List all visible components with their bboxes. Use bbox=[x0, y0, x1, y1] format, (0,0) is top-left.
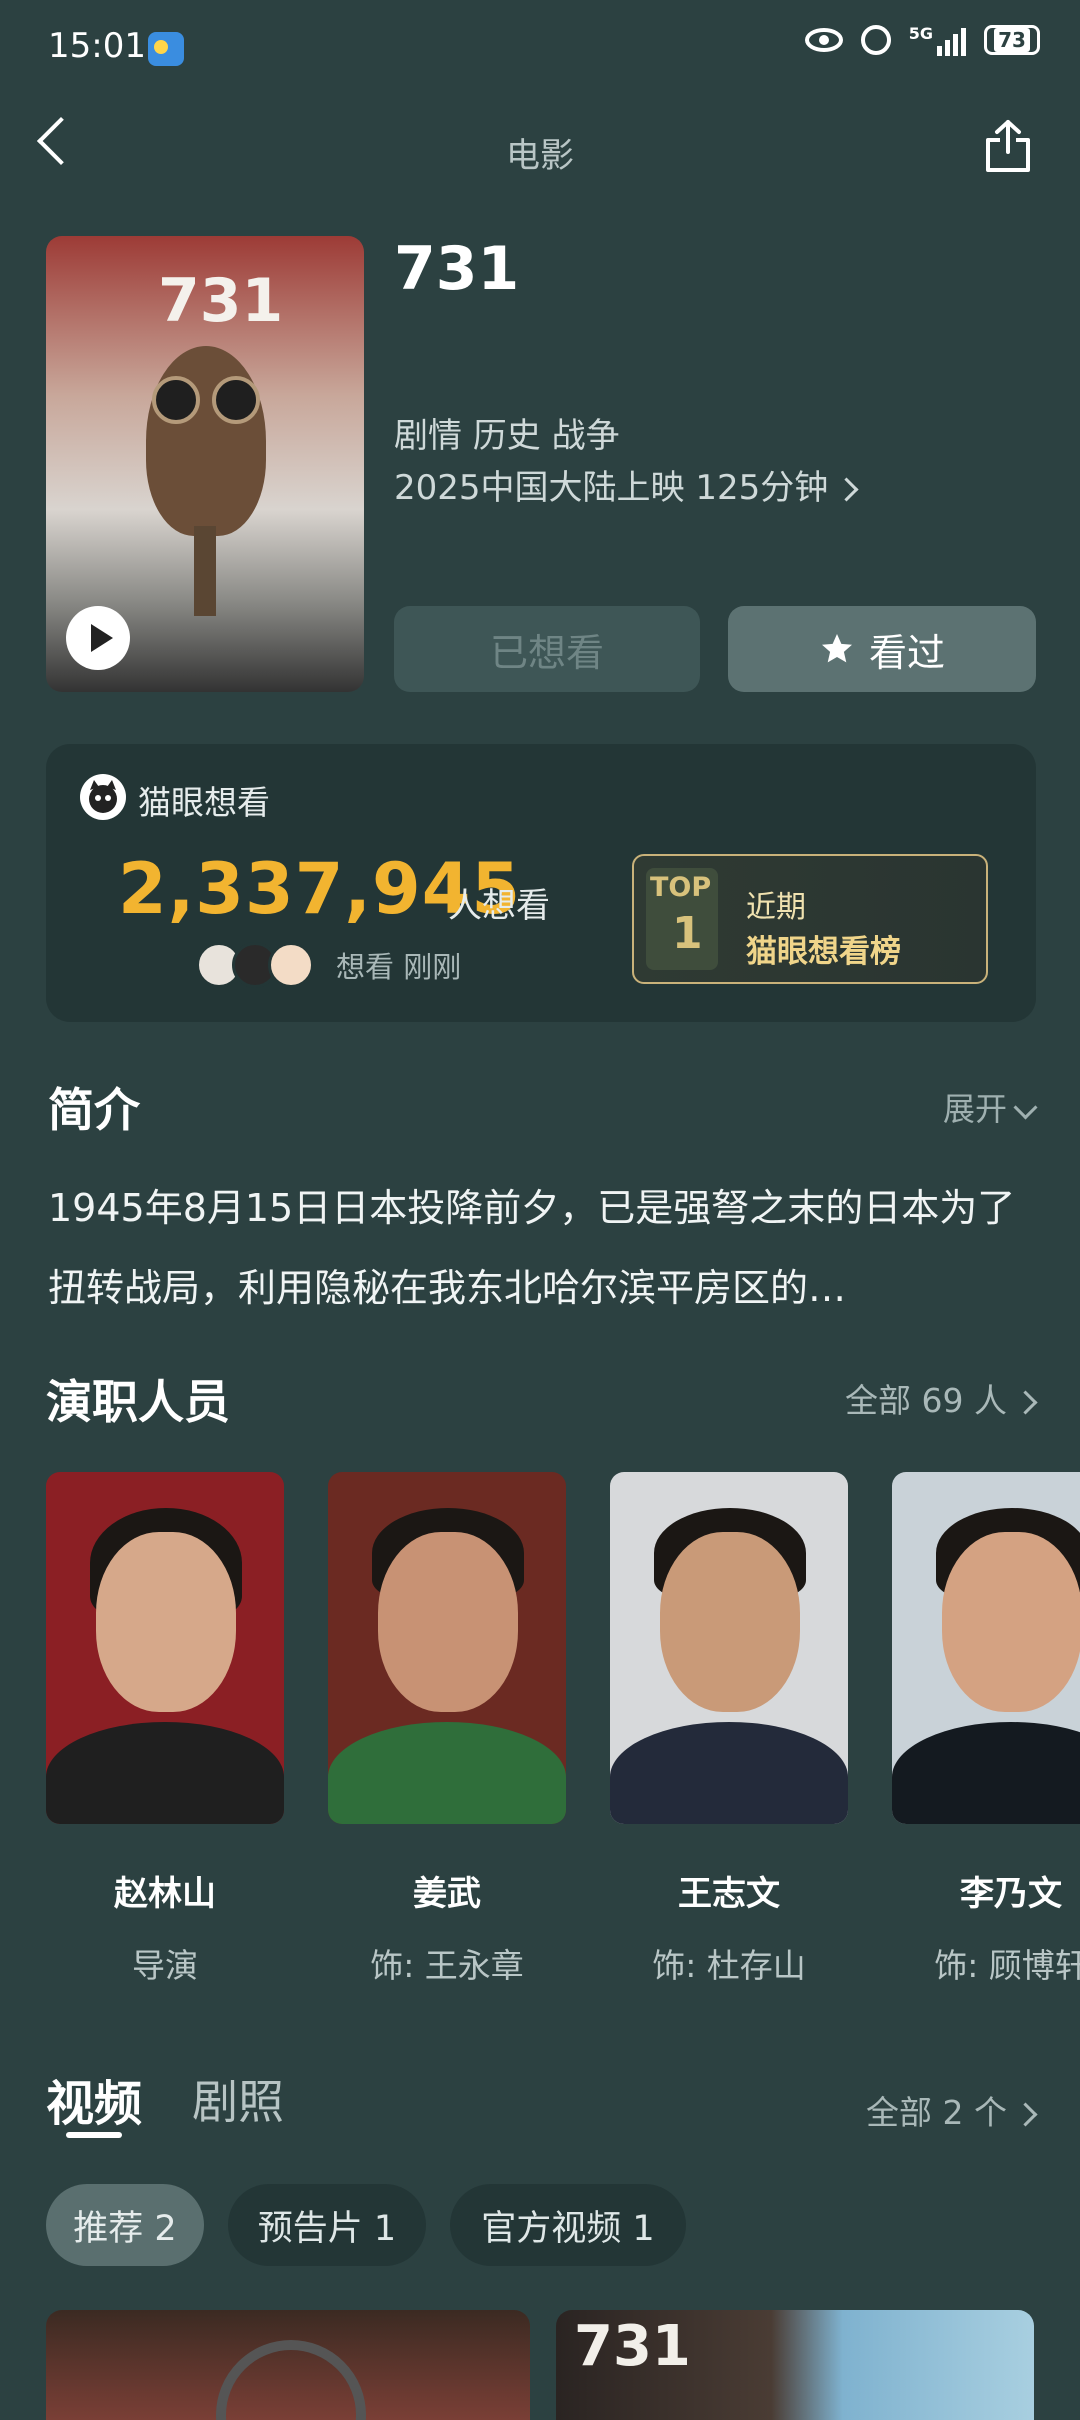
top-label: TOP bbox=[650, 872, 712, 903]
chevron-right-icon bbox=[1013, 2102, 1038, 2127]
cast-name: 赵林山 bbox=[114, 1874, 216, 1914]
weather-icon bbox=[148, 32, 184, 66]
star-icon bbox=[821, 634, 852, 663]
cast-role: 导演 bbox=[132, 1946, 198, 1985]
cast-heading: 演职人员 bbox=[46, 1375, 230, 1429]
synopsis-text[interactable]: 1945年8月15日日本投降前夕，已是强弩之末的日本为了扭转战局，利用隐秘在我东… bbox=[48, 1168, 1038, 1328]
tab-stills[interactable]: 剧照 bbox=[192, 2066, 284, 2132]
cast-role: 饰: 王永章 bbox=[370, 1946, 524, 1985]
alarm-icon bbox=[860, 25, 891, 55]
active-tab-indicator bbox=[66, 2132, 122, 2138]
tab-videos[interactable]: 视频 bbox=[46, 2064, 142, 2134]
battery-level: 73 bbox=[994, 28, 1030, 52]
movie-release-info[interactable]: 2025中国大陆上映 125分钟 bbox=[394, 460, 859, 509]
cast-photo bbox=[328, 1472, 566, 1824]
cast-photo bbox=[610, 1472, 848, 1824]
chip-trailers[interactable]: 预告片 1 bbox=[228, 2184, 426, 2266]
cast-role: 饰: 顾博轩 bbox=[934, 1946, 1080, 1985]
video-thumbnail[interactable]: 731 bbox=[556, 2310, 1034, 2420]
battery-icon: 73 bbox=[984, 25, 1040, 55]
wish-unit: 人想看 bbox=[448, 886, 550, 926]
expand-synopsis-button[interactable]: 展开 bbox=[943, 1084, 1038, 1130]
want-to-watch-button[interactable]: 已想看 bbox=[394, 606, 700, 692]
recent-wish-text: 想看 刚刚 bbox=[336, 950, 462, 984]
status-time: 15:01 bbox=[48, 26, 146, 66]
chevron-right-icon bbox=[834, 477, 859, 502]
chip-recommended[interactable]: 推荐 2 bbox=[46, 2184, 204, 2266]
watched-button[interactable]: 看过 bbox=[728, 606, 1036, 692]
chip-official-videos[interactable]: 官方视频 1 bbox=[450, 2184, 686, 2266]
network-type: 5G bbox=[908, 24, 933, 43]
share-icon[interactable] bbox=[982, 118, 1034, 174]
synopsis-heading: 简介 bbox=[48, 1083, 140, 1137]
top-rank-list-name: 猫眼想看榜 bbox=[746, 934, 901, 970]
top-rank-badge[interactable]: TOP 1 近期 猫眼想看榜 bbox=[632, 854, 988, 984]
cast-card[interactable]: 王志文 饰: 杜存山 bbox=[610, 1472, 848, 1987]
cast-card[interactable]: 李乃文 饰: 顾博轩 bbox=[892, 1472, 1080, 1987]
cast-all-link[interactable]: 全部 69 人 bbox=[845, 1374, 1038, 1422]
cast-card[interactable]: 赵林山 导演 bbox=[46, 1472, 284, 1987]
poster-title: 731 bbox=[158, 266, 284, 336]
cast-name: 姜武 bbox=[413, 1874, 481, 1914]
movie-poster[interactable]: 731 bbox=[46, 236, 364, 692]
recent-wish-avatars bbox=[196, 942, 314, 988]
cast-photo bbox=[46, 1472, 284, 1824]
cast-role: 饰: 杜存山 bbox=[652, 1946, 806, 1985]
page-title: 电影 bbox=[506, 136, 574, 176]
eye-comfort-icon bbox=[804, 28, 843, 52]
cast-photo bbox=[892, 1472, 1080, 1824]
video-thumbnail[interactable] bbox=[46, 2310, 530, 2420]
status-icons: 5G 73 bbox=[804, 24, 1040, 56]
avatar bbox=[268, 942, 314, 988]
thumbnail-title: 731 bbox=[574, 2314, 691, 2379]
cast-name: 王志文 bbox=[678, 1874, 780, 1914]
videos-all-link[interactable]: 全部 2 个 bbox=[866, 2086, 1038, 2134]
cast-name: 李乃文 bbox=[960, 1874, 1062, 1914]
chevron-right-icon bbox=[1013, 1390, 1038, 1415]
movie-title: 731 bbox=[394, 234, 520, 304]
chevron-down-icon bbox=[1013, 1094, 1038, 1120]
top-rank-period: 近期 bbox=[746, 890, 806, 925]
play-icon[interactable] bbox=[66, 606, 130, 670]
movie-genres: 剧情 历史 战争 bbox=[394, 416, 620, 456]
gas-mask-illustration bbox=[146, 346, 266, 536]
maoyan-wish-card: 猫眼想看 2,337,945 人想看 想看 刚刚 TOP 1 近期 猫眼想看榜 bbox=[46, 744, 1036, 1022]
maoyan-wish-label: 猫眼想看 bbox=[138, 783, 270, 822]
cast-card[interactable]: 姜武 饰: 王永章 bbox=[328, 1472, 566, 1987]
maoyan-cat-icon bbox=[80, 774, 126, 820]
signal-icon bbox=[937, 24, 966, 56]
top-rank-number: 1 bbox=[672, 908, 703, 959]
